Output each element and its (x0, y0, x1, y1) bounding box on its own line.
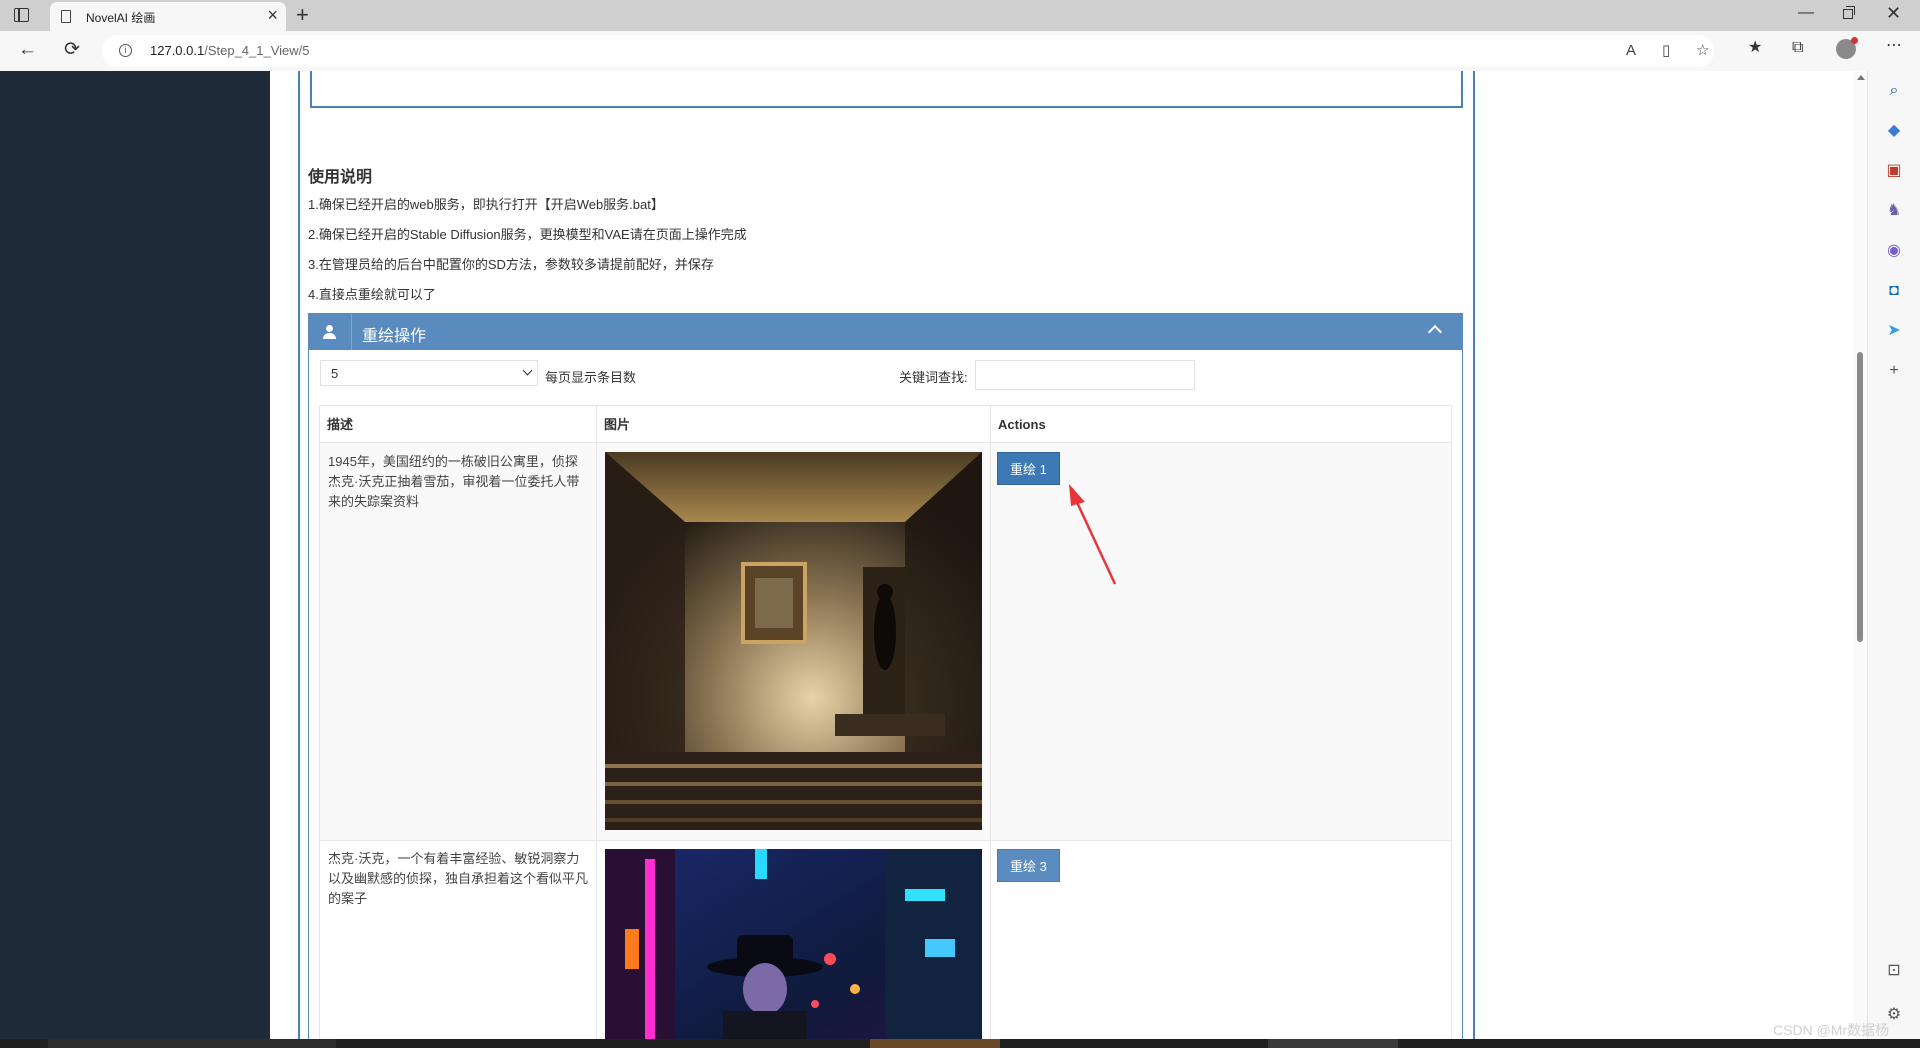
office-icon[interactable]: ◉ (1884, 241, 1904, 261)
address-bar[interactable]: i 127.0.0.1/Step_4_1_View/5 A ▯ ☆ (102, 35, 1714, 67)
games-icon[interactable]: ♞ (1884, 201, 1904, 221)
page-size-label: 每页显示条目数 (545, 370, 637, 385)
annotation-arrow-icon (1069, 484, 1117, 585)
column-divider (990, 406, 991, 1039)
os-taskbar (0, 1039, 1920, 1048)
tab-close-icon[interactable]: × (267, 6, 278, 24)
scroll-up-icon[interactable] (1857, 75, 1865, 80)
usage-line-2: 2.确保已经开启的Stable Diffusion服务，更换模型和VAE请在页面… (308, 227, 747, 242)
page-left-rail (0, 71, 270, 1039)
search-input[interactable] (975, 360, 1195, 390)
refresh-icon[interactable]: ⟳ (64, 39, 80, 61)
new-tab-icon[interactable]: + (296, 2, 309, 28)
url-text[interactable]: 127.0.0.1/Step_4_1_View/5 (150, 43, 310, 58)
browser-tab-bar: NovelAI 绘画 × + — ✕ (0, 0, 1920, 31)
csdn-watermark: CSDN @Mr数据杨 (1773, 1022, 1890, 1038)
header-actions[interactable]: Actions (991, 406, 1451, 443)
data-table: 描述 图片 Actions 1945年，美国纽约的一栋破旧公寓里，侦探杰克·沃克… (319, 405, 1452, 1039)
tools-icon[interactable]: ▣ (1884, 161, 1904, 181)
search-icon[interactable]: ⌕ (1884, 81, 1904, 101)
read-aloud-icon[interactable]: A (1626, 42, 1636, 60)
header-image[interactable]: 图片 (597, 406, 990, 443)
header-description[interactable]: 描述 (320, 406, 596, 443)
more-icon[interactable]: ⋯ (1886, 37, 1902, 55)
shopping-tag-icon[interactable]: ◆ (1884, 121, 1904, 141)
page-icon (61, 10, 71, 23)
reader-view-icon[interactable]: ▯ (1662, 42, 1670, 60)
profile-avatar[interactable] (1836, 37, 1858, 59)
back-icon[interactable]: ← (18, 39, 37, 61)
tab-actions-icon[interactable] (14, 8, 29, 22)
noir-hallway-image (605, 452, 982, 830)
chevron-down-icon (522, 365, 533, 376)
panel-title: 重绘操作 (362, 328, 427, 345)
page-content: 使用说明 1.确保已经开启的web服务，即执行打开【开启Web服务.bat】 2… (270, 71, 1853, 1039)
browser-sidebar: ⌕ ◆ ▣ ♞ ◉ ◘ ➤ + ⊡ ⚙ (1867, 71, 1920, 1039)
minimize-icon[interactable]: — (1798, 4, 1814, 22)
scroll-thumb[interactable] (1857, 352, 1863, 642)
row-description: 1945年，美国纽约的一栋破旧公寓里，侦探杰克·沃克正抽着雪茄，审视着一位委托人… (328, 454, 580, 509)
redraw-panel-header: 重绘操作 (309, 314, 1462, 350)
screenshot-icon[interactable]: ⊡ (1884, 961, 1904, 981)
address-toolbar: ← ⟳ i 127.0.0.1/Step_4_1_View/5 A ▯ ☆ ★ … (0, 31, 1920, 72)
send-icon[interactable]: ➤ (1884, 321, 1904, 341)
collections-icon[interactable]: ⧉ (1792, 39, 1803, 57)
browser-tab[interactable]: NovelAI 绘画 × (50, 2, 286, 31)
site-info-icon[interactable]: i (119, 44, 132, 57)
usage-title: 使用说明 (308, 169, 373, 186)
page-size-select[interactable]: 5 (320, 360, 538, 386)
page-size-value: 5 (331, 366, 339, 381)
column-divider (596, 406, 597, 1039)
favorites-icon[interactable]: ★ (1748, 39, 1762, 57)
search-label: 关键词查找: (899, 370, 968, 385)
usage-line-1: 1.确保已经开启的web服务，即执行打开【开启Web服务.bat】 (308, 197, 664, 212)
redraw-1-button[interactable]: 重绘 1 (997, 452, 1060, 485)
page-scrollbar[interactable] (1853, 71, 1867, 1039)
window-close-icon[interactable]: ✕ (1886, 3, 1901, 24)
collapse-icon[interactable] (1427, 324, 1443, 340)
add-sidebar-icon[interactable]: + (1884, 361, 1904, 381)
outlook-icon[interactable]: ◘ (1884, 281, 1904, 301)
row-description: 杰克·沃克，一个有着丰富经验、敏锐洞察力以及幽默感的侦探，独自承担着这个看似平凡… (328, 851, 589, 906)
usage-line-3: 3.在管理员给的后台中配置你的SD方法，参数较多请提前配好，并保存 (308, 257, 714, 272)
neon-street-detective-image (605, 849, 982, 1039)
restore-icon[interactable] (1843, 6, 1855, 19)
usage-line-4: 4.直接点重绘就可以了 (308, 287, 436, 302)
add-favorite-icon[interactable]: ☆ (1696, 42, 1709, 60)
table-row: 杰克·沃克，一个有着丰富经验、敏锐洞察力以及幽默感的侦探，独自承担着这个看似平凡… (320, 841, 1451, 1039)
user-icon (309, 314, 352, 350)
upper-panel-bottom (310, 71, 1463, 108)
tab-title: NovelAI 绘画 (86, 11, 156, 25)
redraw-panel: 重绘操作 5 每页显示条目数 关键词查找: 描述 图片 Actions 1945… (308, 313, 1463, 1039)
redraw-3-button[interactable]: 重绘 3 (997, 849, 1060, 882)
table-row: 1945年，美国纽约的一栋破旧公寓里，侦探杰克·沃克正抽着雪茄，审视着一位委托人… (320, 444, 1451, 841)
